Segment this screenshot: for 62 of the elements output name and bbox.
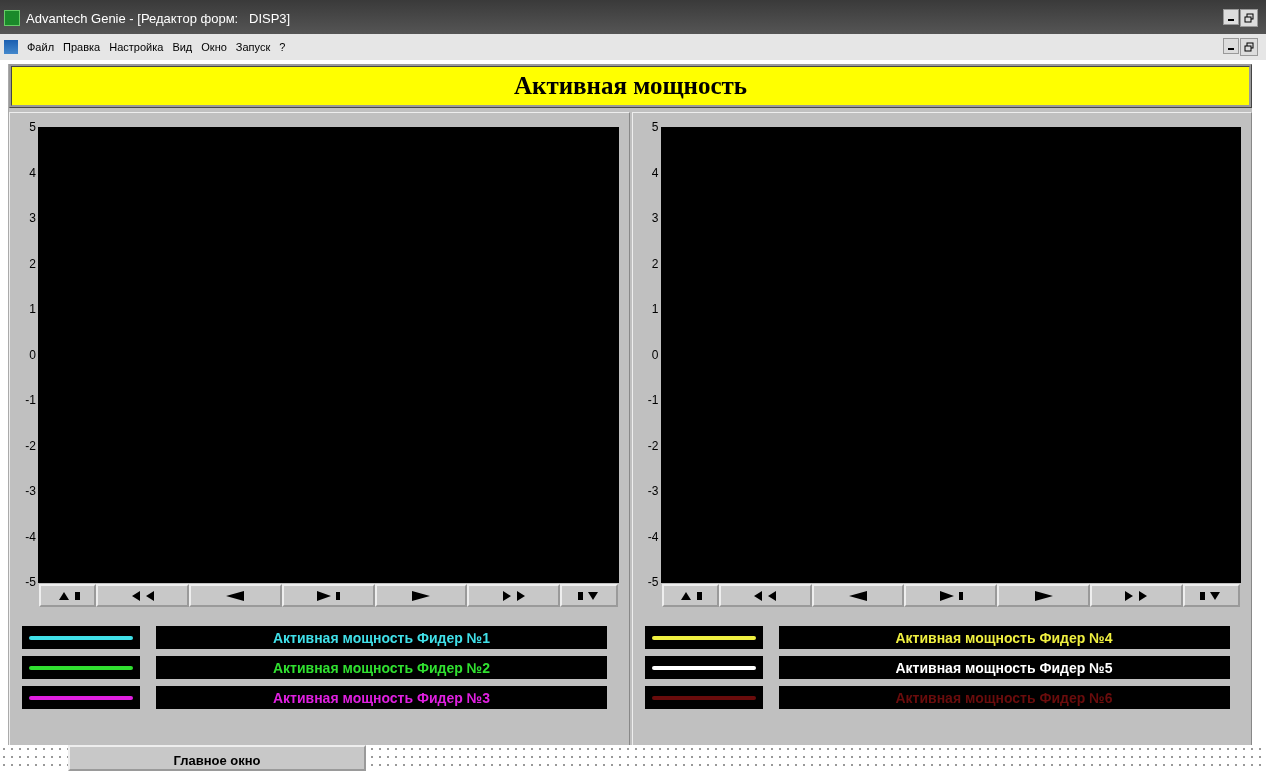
legend-label: Активная мощность Фидер №6	[778, 686, 1230, 709]
back-button[interactable]	[189, 584, 282, 607]
menu-item[interactable]: Правка	[63, 41, 101, 53]
restore-icon	[1244, 42, 1254, 52]
axis-tick-label: -5	[25, 576, 37, 588]
forward-end-button[interactable]	[904, 584, 998, 607]
axis-tick-label: 3	[651, 212, 660, 224]
axis-tick-label: -5	[647, 576, 660, 588]
axis-tick-label: -3	[647, 485, 660, 497]
axis-tick-label: 0	[651, 348, 660, 361]
minimize-button[interactable]	[1223, 9, 1239, 25]
window-title: Advantech Genie - [Редактор форм: DISP3]	[26, 10, 291, 26]
legend-label: Активная мощность Фидер №2	[156, 656, 607, 679]
axis-tick-label: -4	[647, 530, 660, 543]
axis-tick-label: -1	[25, 394, 37, 406]
app-icon	[4, 10, 20, 26]
axis-tick-label: 3	[29, 212, 37, 224]
menu-item[interactable]: Запуск	[235, 41, 271, 53]
menu-item[interactable]: Вид	[172, 41, 193, 53]
legend-label: Активная мощность Фидер №4	[778, 626, 1230, 649]
axis-tick-label: 2	[651, 257, 660, 270]
menu-item[interactable]: Окно	[201, 41, 227, 53]
restore-icon	[1244, 13, 1254, 23]
scroll-down-button[interactable]	[1182, 584, 1241, 607]
axis-tick-label: -2	[647, 439, 660, 452]
axis-tick-label: 2	[29, 257, 37, 270]
scroll-up-button[interactable]	[661, 584, 719, 607]
axis-tick-label: -2	[25, 439, 37, 452]
minimize-button[interactable]	[1223, 38, 1239, 54]
axis-tick-label: 4	[651, 166, 660, 179]
scroll-down-button[interactable]	[560, 584, 618, 607]
menu-item[interactable]: Файл	[27, 41, 55, 53]
axis-tick-label: -4	[25, 530, 37, 543]
axis-tick-label: -3	[25, 485, 37, 497]
axis-tick-label: 0	[29, 348, 37, 361]
scroll-up-button[interactable]	[39, 584, 97, 607]
legend-label: Активная мощность Фидер №3	[156, 686, 607, 709]
axis-tick-label: 5	[651, 121, 660, 133]
fast-back-button[interactable]	[96, 584, 190, 607]
restore-button[interactable]	[1240, 9, 1258, 27]
axis-tick-label: 5	[29, 121, 37, 133]
fast-forward-button[interactable]	[467, 584, 561, 607]
window-tab[interactable]: Главное окно	[68, 745, 366, 771]
forward-button[interactable]	[374, 584, 468, 607]
menu-item[interactable]: Настройка	[109, 41, 164, 53]
axis-tick-label: 1	[29, 303, 37, 315]
legend-label: Активная мощность Фидер №5	[778, 656, 1230, 679]
forward-button[interactable]	[997, 584, 1090, 607]
minimize-icon	[1228, 19, 1234, 21]
back-button[interactable]	[811, 584, 905, 607]
banner-title: Активная мощность	[9, 64, 1252, 108]
axis-tick-label: 4	[29, 166, 37, 179]
restore-button[interactable]	[1240, 38, 1258, 56]
menu-item[interactable]: ?	[279, 41, 286, 53]
document-icon	[4, 40, 18, 54]
fast-back-button[interactable]	[718, 584, 812, 607]
axis-tick-label: 1	[651, 303, 660, 315]
axis-tick-label: -1	[647, 394, 660, 406]
minimize-icon	[1228, 48, 1234, 50]
forward-end-button[interactable]	[281, 584, 375, 607]
legend-label: Активная мощность Фидер №1	[156, 626, 607, 649]
fast-forward-button[interactable]	[1089, 584, 1183, 607]
